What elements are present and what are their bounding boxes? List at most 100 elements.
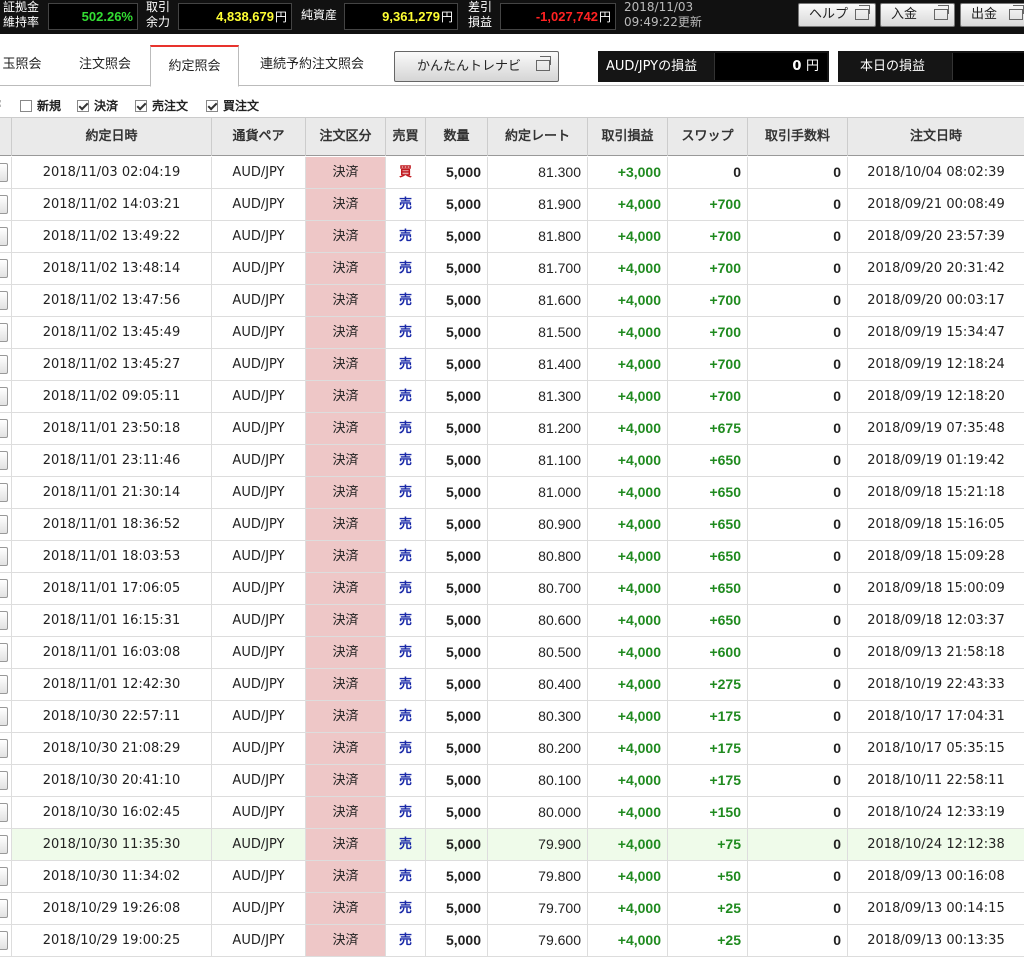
row-select-icon [0,259,8,278]
trade-pl-cell: +4,000 [588,477,668,508]
trade-pl-cell: +4,000 [588,637,668,668]
filter-settle-checkbox[interactable]: 決済 [77,97,118,114]
table-row[interactable]: 2018/11/02 13:45:27 AUD/JPY 決済売 5,000 81.400… [0,349,1024,381]
row-select-button[interactable] [0,637,12,668]
order-type-cell: 決済 [306,509,386,540]
table-row[interactable]: 2018/10/30 16:02:45 AUD/JPY 決済売 5,000 80.000… [0,797,1024,829]
fee-cell: 0 [748,509,848,540]
deposit-button[interactable]: 入金 [880,3,955,27]
order-type-cell: 決済 [306,797,386,828]
quantity-cell: 5,000 [426,413,488,444]
table-row[interactable]: 2018/11/01 17:06:05 AUD/JPY 決済売 5,000 80.700… [0,573,1024,605]
col-quantity[interactable]: 数量 [426,118,488,156]
order-datetime-cell: 2018/09/19 12:18:20 [867,389,1005,404]
row-select-button[interactable] [0,445,12,476]
filter-buy-order-checkbox[interactable]: 買注文 [206,97,259,114]
row-select-button[interactable] [0,509,12,540]
table-row[interactable]: 2018/11/02 13:48:14 AUD/JPY 決済売 5,000 81.700… [0,253,1024,285]
row-select-button[interactable] [0,829,12,860]
tab-ifd-orders[interactable]: 連続予約注文照会 [244,45,380,86]
row-select-icon [0,611,8,630]
order-datetime-cell: 2018/09/18 15:21:18 [867,485,1005,500]
row-select-button[interactable] [0,317,12,348]
row-select-button[interactable] [0,733,12,764]
fee-cell: 0 [748,701,848,732]
table-row[interactable]: 2018/11/01 21:30:14 AUD/JPY 決済売 5,000 81.000… [0,477,1024,509]
row-select-button[interactable] [0,573,12,604]
table-row[interactable]: 2018/10/30 11:35:30 AUD/JPY 決済売 5,000 79.900… [0,829,1024,861]
table-row[interactable]: 2018/10/29 19:00:25 AUD/JPY 決済売 5,000 79.600… [0,925,1024,957]
row-select-button[interactable] [0,701,12,732]
table-row[interactable]: 2018/11/02 13:47:56 AUD/JPY 決済売 5,000 81.600… [0,285,1024,317]
swap-cell: +600 [668,637,748,668]
help-button[interactable]: ヘルプ [798,3,876,27]
table-row[interactable]: 2018/11/02 14:03:21 AUD/JPY 決済売 5,000 81.900… [0,189,1024,221]
col-select-header [0,118,12,156]
table-row[interactable]: 2018/11/01 16:03:08 AUD/JPY 決済売 5,000 80.500… [0,637,1024,669]
filter-new-checkbox[interactable]: 新規 [20,97,61,114]
exec-datetime-cell: 2018/11/01 17:06:05 [12,573,212,604]
exec-datetime-cell: 2018/10/30 22:57:11 [12,701,212,732]
row-select-button[interactable] [0,381,12,412]
row-select-button[interactable] [0,189,12,220]
row-select-button[interactable] [0,253,12,284]
row-select-button[interactable] [0,221,12,252]
row-select-button[interactable] [0,605,12,636]
table-row[interactable]: 2018/10/30 22:57:11 AUD/JPY 決済売 5,000 80.300… [0,701,1024,733]
col-side[interactable]: 売買 [386,118,426,156]
side-cell: 売 [386,573,426,604]
table-row[interactable]: 2018/11/01 12:42:30 AUD/JPY 決済売 5,000 80.400… [0,669,1024,701]
currency-pair-cell: AUD/JPY [212,669,306,700]
table-row[interactable]: 2018/10/29 19:26:08 AUD/JPY 決済売 5,000 79.700… [0,893,1024,925]
row-select-button[interactable] [0,349,12,380]
row-select-button[interactable] [0,893,12,924]
col-currency-pair[interactable]: 通貨ペア [212,118,306,156]
table-row[interactable]: 2018/11/02 09:05:11 AUD/JPY 決済売 5,000 81.300… [0,381,1024,413]
filter-sell-order-checkbox[interactable]: 売注文 [135,97,188,114]
row-select-button[interactable] [0,285,12,316]
row-select-button[interactable] [0,669,12,700]
row-select-button[interactable] [0,925,12,956]
row-select-button[interactable] [0,541,12,572]
easy-trade-navi-button[interactable]: かんたんトレナビ [394,51,559,82]
row-select-button[interactable] [0,861,12,892]
quantity-cell: 5,000 [426,765,488,796]
row-select-button[interactable] [0,477,12,508]
col-order-datetime[interactable]: 注文日時 [848,118,1024,156]
exec-datetime-cell: 2018/11/01 23:50:18 [12,413,212,444]
row-select-button[interactable] [0,765,12,796]
withdraw-button[interactable]: 出金 [960,3,1024,27]
table-row[interactable]: 2018/11/03 02:04:19 AUD/JPY 決済買 5,000 81.300… [0,157,1024,189]
table-row[interactable]: 2018/11/01 16:15:31 AUD/JPY 決済売 5,000 80.600… [0,605,1024,637]
table-row[interactable]: 2018/11/01 23:11:46 AUD/JPY 決済売 5,000 81.100… [0,445,1024,477]
table-row[interactable]: 2018/11/01 18:36:52 AUD/JPY 決済売 5,000 80.900… [0,509,1024,541]
table-row[interactable]: 2018/11/01 23:50:18 AUD/JPY 決済売 5,000 81.200… [0,413,1024,445]
table-row[interactable]: 2018/11/02 13:49:22 AUD/JPY 決済売 5,000 81.800… [0,221,1024,253]
trade-pl-cell: +4,000 [588,445,668,476]
col-order-type[interactable]: 注文区分 [306,118,386,156]
col-swap[interactable]: スワップ [668,118,748,156]
tab-executions[interactable]: 約定照会 [150,45,239,87]
col-exec-datetime[interactable]: 約定日時 [12,118,212,156]
exec-rate-cell: 81.900 [488,189,588,220]
col-fee[interactable]: 取引手数料 [748,118,848,156]
row-select-button[interactable] [0,797,12,828]
order-datetime-cell: 2018/09/20 23:57:39 [867,229,1005,244]
table-row[interactable]: 2018/11/01 18:03:53 AUD/JPY 決済売 5,000 80.800… [0,541,1024,573]
order-type-cell: 決済 [306,381,386,412]
checkbox-checked-icon [77,99,89,112]
order-datetime-cell: 2018/09/13 21:58:18 [867,645,1005,660]
table-row[interactable]: 2018/10/30 21:08:29 AUD/JPY 決済売 5,000 80.200… [0,733,1024,765]
col-trade-pl[interactable]: 取引損益 [588,118,668,156]
row-select-button[interactable] [0,413,12,444]
row-select-button[interactable] [0,157,12,188]
checkbox-icon [20,99,32,112]
table-row[interactable]: 2018/10/30 11:34:02 AUD/JPY 決済売 5,000 79.800… [0,861,1024,893]
table-row[interactable]: 2018/11/02 13:45:49 AUD/JPY 決済売 5,000 81.500… [0,317,1024,349]
order-datetime-cell: 2018/09/13 00:13:35 [867,933,1005,948]
tab-orders[interactable]: 注文照会 [62,45,148,86]
table-row[interactable]: 2018/10/30 20:41:10 AUD/JPY 決済売 5,000 80.100… [0,765,1024,797]
col-exec-rate[interactable]: 約定レート [488,118,588,156]
tab-positions[interactable]: 玉照会 [0,45,52,86]
quantity-cell: 5,000 [426,221,488,252]
